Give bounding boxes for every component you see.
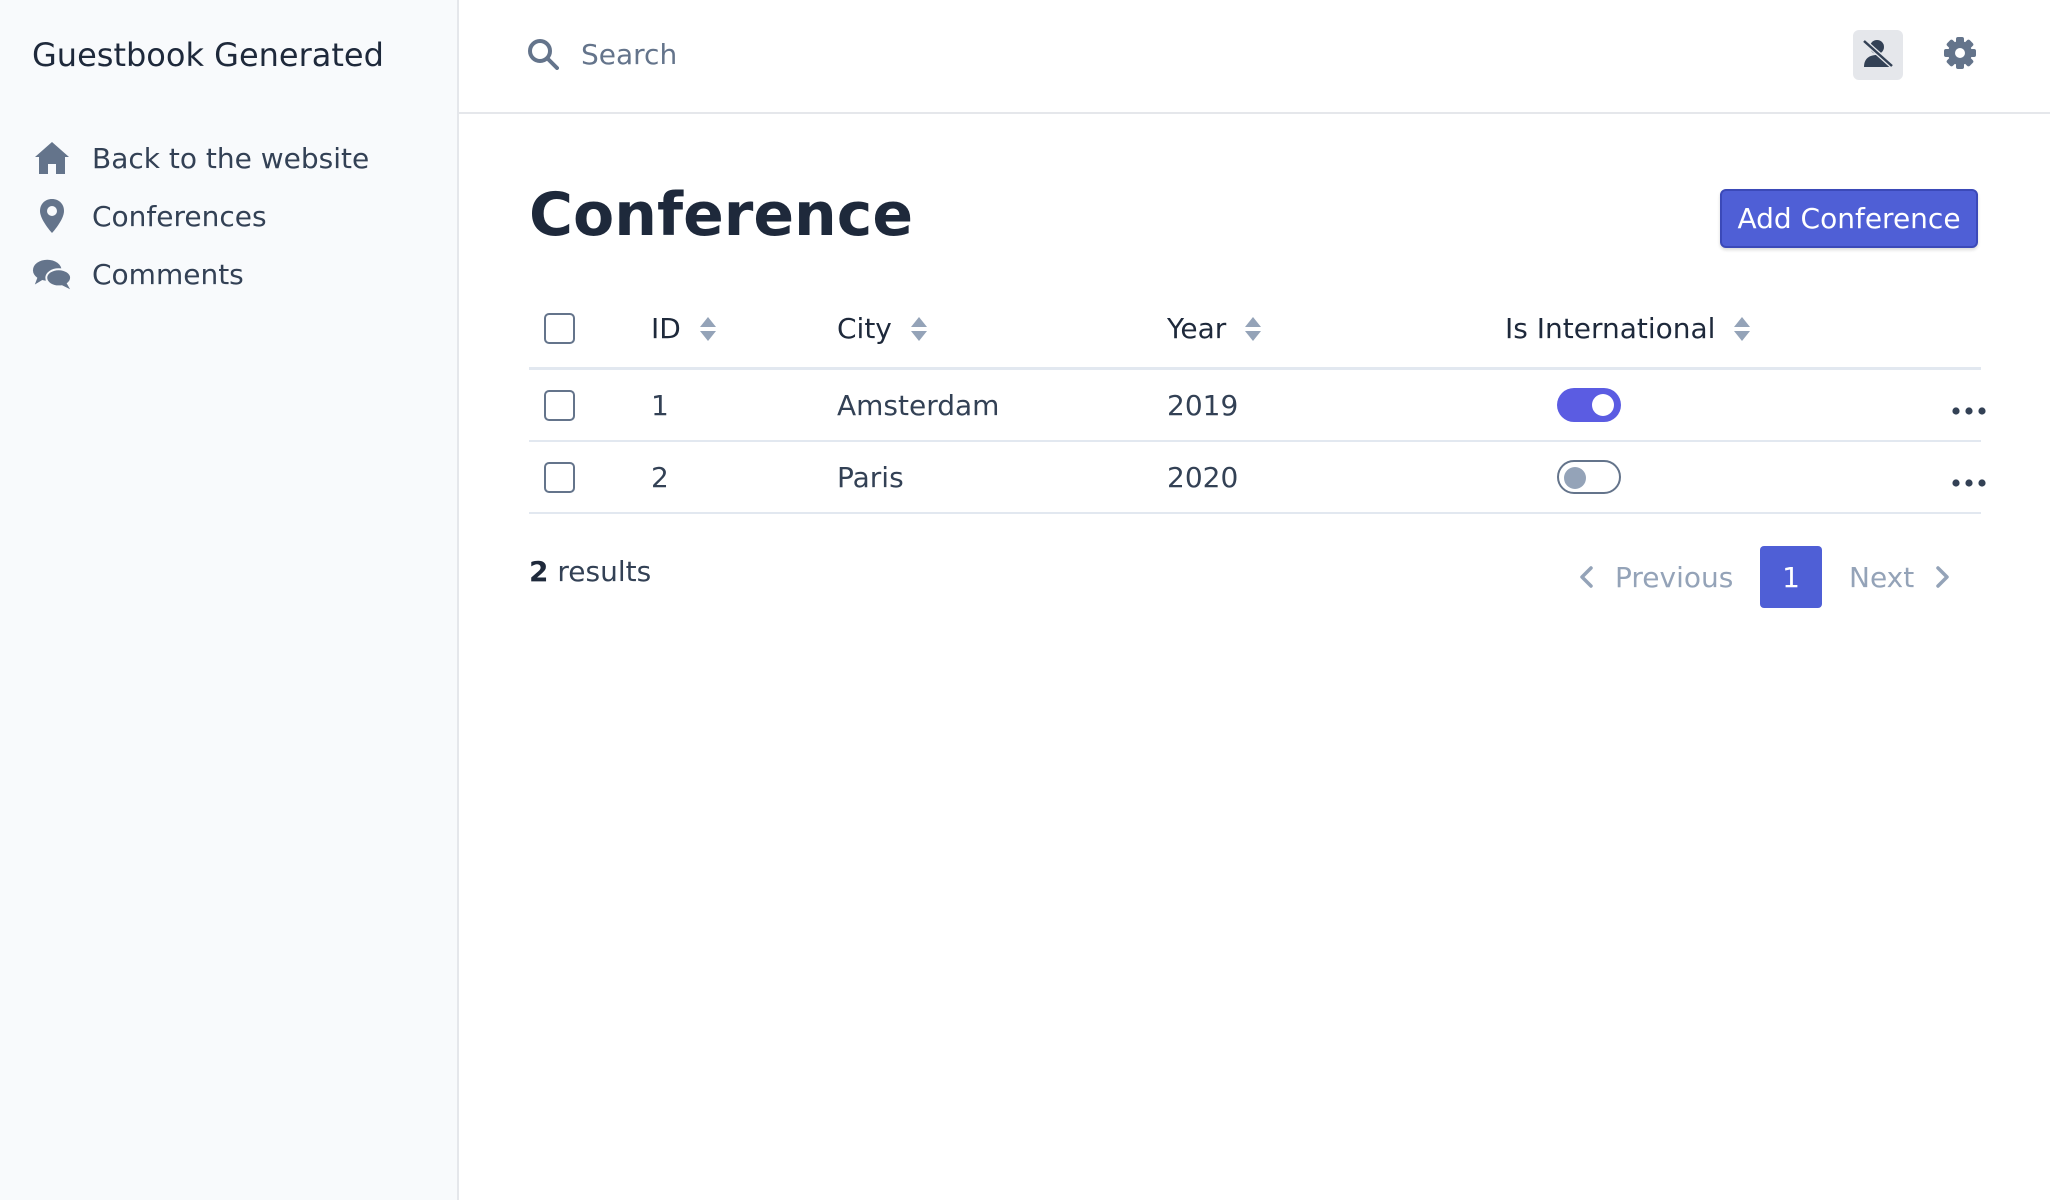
pagination-next[interactable]: Next bbox=[1849, 546, 1950, 608]
column-header-year[interactable]: Year bbox=[1167, 290, 1262, 367]
table-row: 2 Paris 2020 bbox=[529, 442, 1986, 514]
comments-icon bbox=[32, 254, 72, 294]
cell-city: Amsterdam bbox=[837, 388, 1000, 422]
is-international-toggle[interactable] bbox=[1557, 388, 1621, 422]
sort-icon bbox=[1244, 316, 1262, 342]
row-checkbox[interactable] bbox=[544, 461, 575, 493]
cell-city: Paris bbox=[837, 460, 904, 494]
sidebar-item-label: Back to the website bbox=[92, 141, 370, 175]
header-checkbox-cell bbox=[544, 290, 575, 367]
row-checkbox-cell bbox=[544, 370, 575, 440]
home-icon bbox=[32, 138, 72, 178]
add-conference-button[interactable]: Add Conference bbox=[1720, 189, 1978, 248]
cell-year: 2019 bbox=[1167, 388, 1239, 422]
pagination-previous-label: Previous bbox=[1615, 560, 1734, 594]
is-international-cell bbox=[1557, 442, 1621, 512]
column-header-is-international[interactable]: Is International bbox=[1505, 290, 1751, 367]
row-actions-button[interactable] bbox=[1952, 370, 1986, 440]
ellipsis-icon bbox=[1952, 461, 1986, 494]
pagination-page-current[interactable]: 1 bbox=[1760, 546, 1822, 608]
row-actions-button[interactable] bbox=[1952, 442, 1986, 512]
sort-icon bbox=[910, 316, 928, 342]
row-checkbox-cell bbox=[544, 442, 575, 512]
results-summary: 2 results bbox=[529, 555, 651, 588]
conference-table: ID City Year Is International 1 Amsterda… bbox=[529, 290, 1986, 514]
results-count: 2 bbox=[529, 555, 549, 588]
results-label: results bbox=[548, 555, 652, 588]
main-content: Conference Add Conference ID City bbox=[459, 0, 2050, 1200]
cell-id: 1 bbox=[651, 388, 669, 422]
sort-icon bbox=[1733, 316, 1751, 342]
column-label: Year bbox=[1167, 312, 1227, 345]
toggle-knob bbox=[1592, 394, 1614, 416]
toggle-knob bbox=[1564, 467, 1586, 489]
app-brand[interactable]: Guestbook Generated bbox=[0, 0, 457, 113]
topbar bbox=[459, 0, 2050, 114]
page-title: Conference bbox=[529, 180, 914, 250]
gear-icon bbox=[1943, 37, 1977, 74]
column-header-city[interactable]: City bbox=[837, 290, 928, 367]
sidebar-item-conferences[interactable]: Conferences bbox=[0, 187, 457, 245]
sidebar-item-label: Comments bbox=[92, 257, 244, 291]
sidebar: Guestbook Generated Back to the website … bbox=[0, 0, 459, 1200]
table-header: ID City Year Is International bbox=[529, 290, 1981, 370]
sort-icon bbox=[699, 316, 717, 342]
search-input[interactable] bbox=[579, 30, 1479, 78]
is-international-toggle[interactable] bbox=[1557, 460, 1621, 494]
sidebar-item-label: Conferences bbox=[92, 199, 267, 233]
select-all-checkbox[interactable] bbox=[544, 313, 575, 344]
chevron-left-icon bbox=[1579, 566, 1593, 588]
sidebar-item-comments[interactable]: Comments bbox=[0, 245, 457, 303]
column-label: ID bbox=[651, 312, 681, 345]
cell-year: 2020 bbox=[1167, 460, 1239, 494]
cell-id: 2 bbox=[651, 460, 669, 494]
user-menu-button[interactable] bbox=[1853, 30, 1903, 80]
column-label: Is International bbox=[1505, 312, 1716, 345]
search-icon bbox=[527, 38, 559, 74]
app-root: Guestbook Generated Back to the website … bbox=[0, 0, 2050, 1200]
table-row: 1 Amsterdam 2019 bbox=[529, 370, 1986, 442]
settings-button[interactable] bbox=[1943, 36, 1979, 72]
user-slash-icon bbox=[1861, 38, 1895, 72]
is-international-cell bbox=[1557, 370, 1621, 440]
column-label: City bbox=[837, 312, 892, 345]
map-marker-icon bbox=[32, 196, 72, 236]
pagination-previous[interactable]: Previous bbox=[1579, 546, 1733, 608]
ellipsis-icon bbox=[1952, 389, 1986, 422]
row-checkbox[interactable] bbox=[544, 389, 575, 421]
sidebar-item-back-to-website[interactable]: Back to the website bbox=[0, 129, 457, 187]
column-header-id[interactable]: ID bbox=[651, 290, 717, 367]
pagination-next-label: Next bbox=[1849, 560, 1915, 594]
chevron-right-icon bbox=[1936, 566, 1950, 588]
